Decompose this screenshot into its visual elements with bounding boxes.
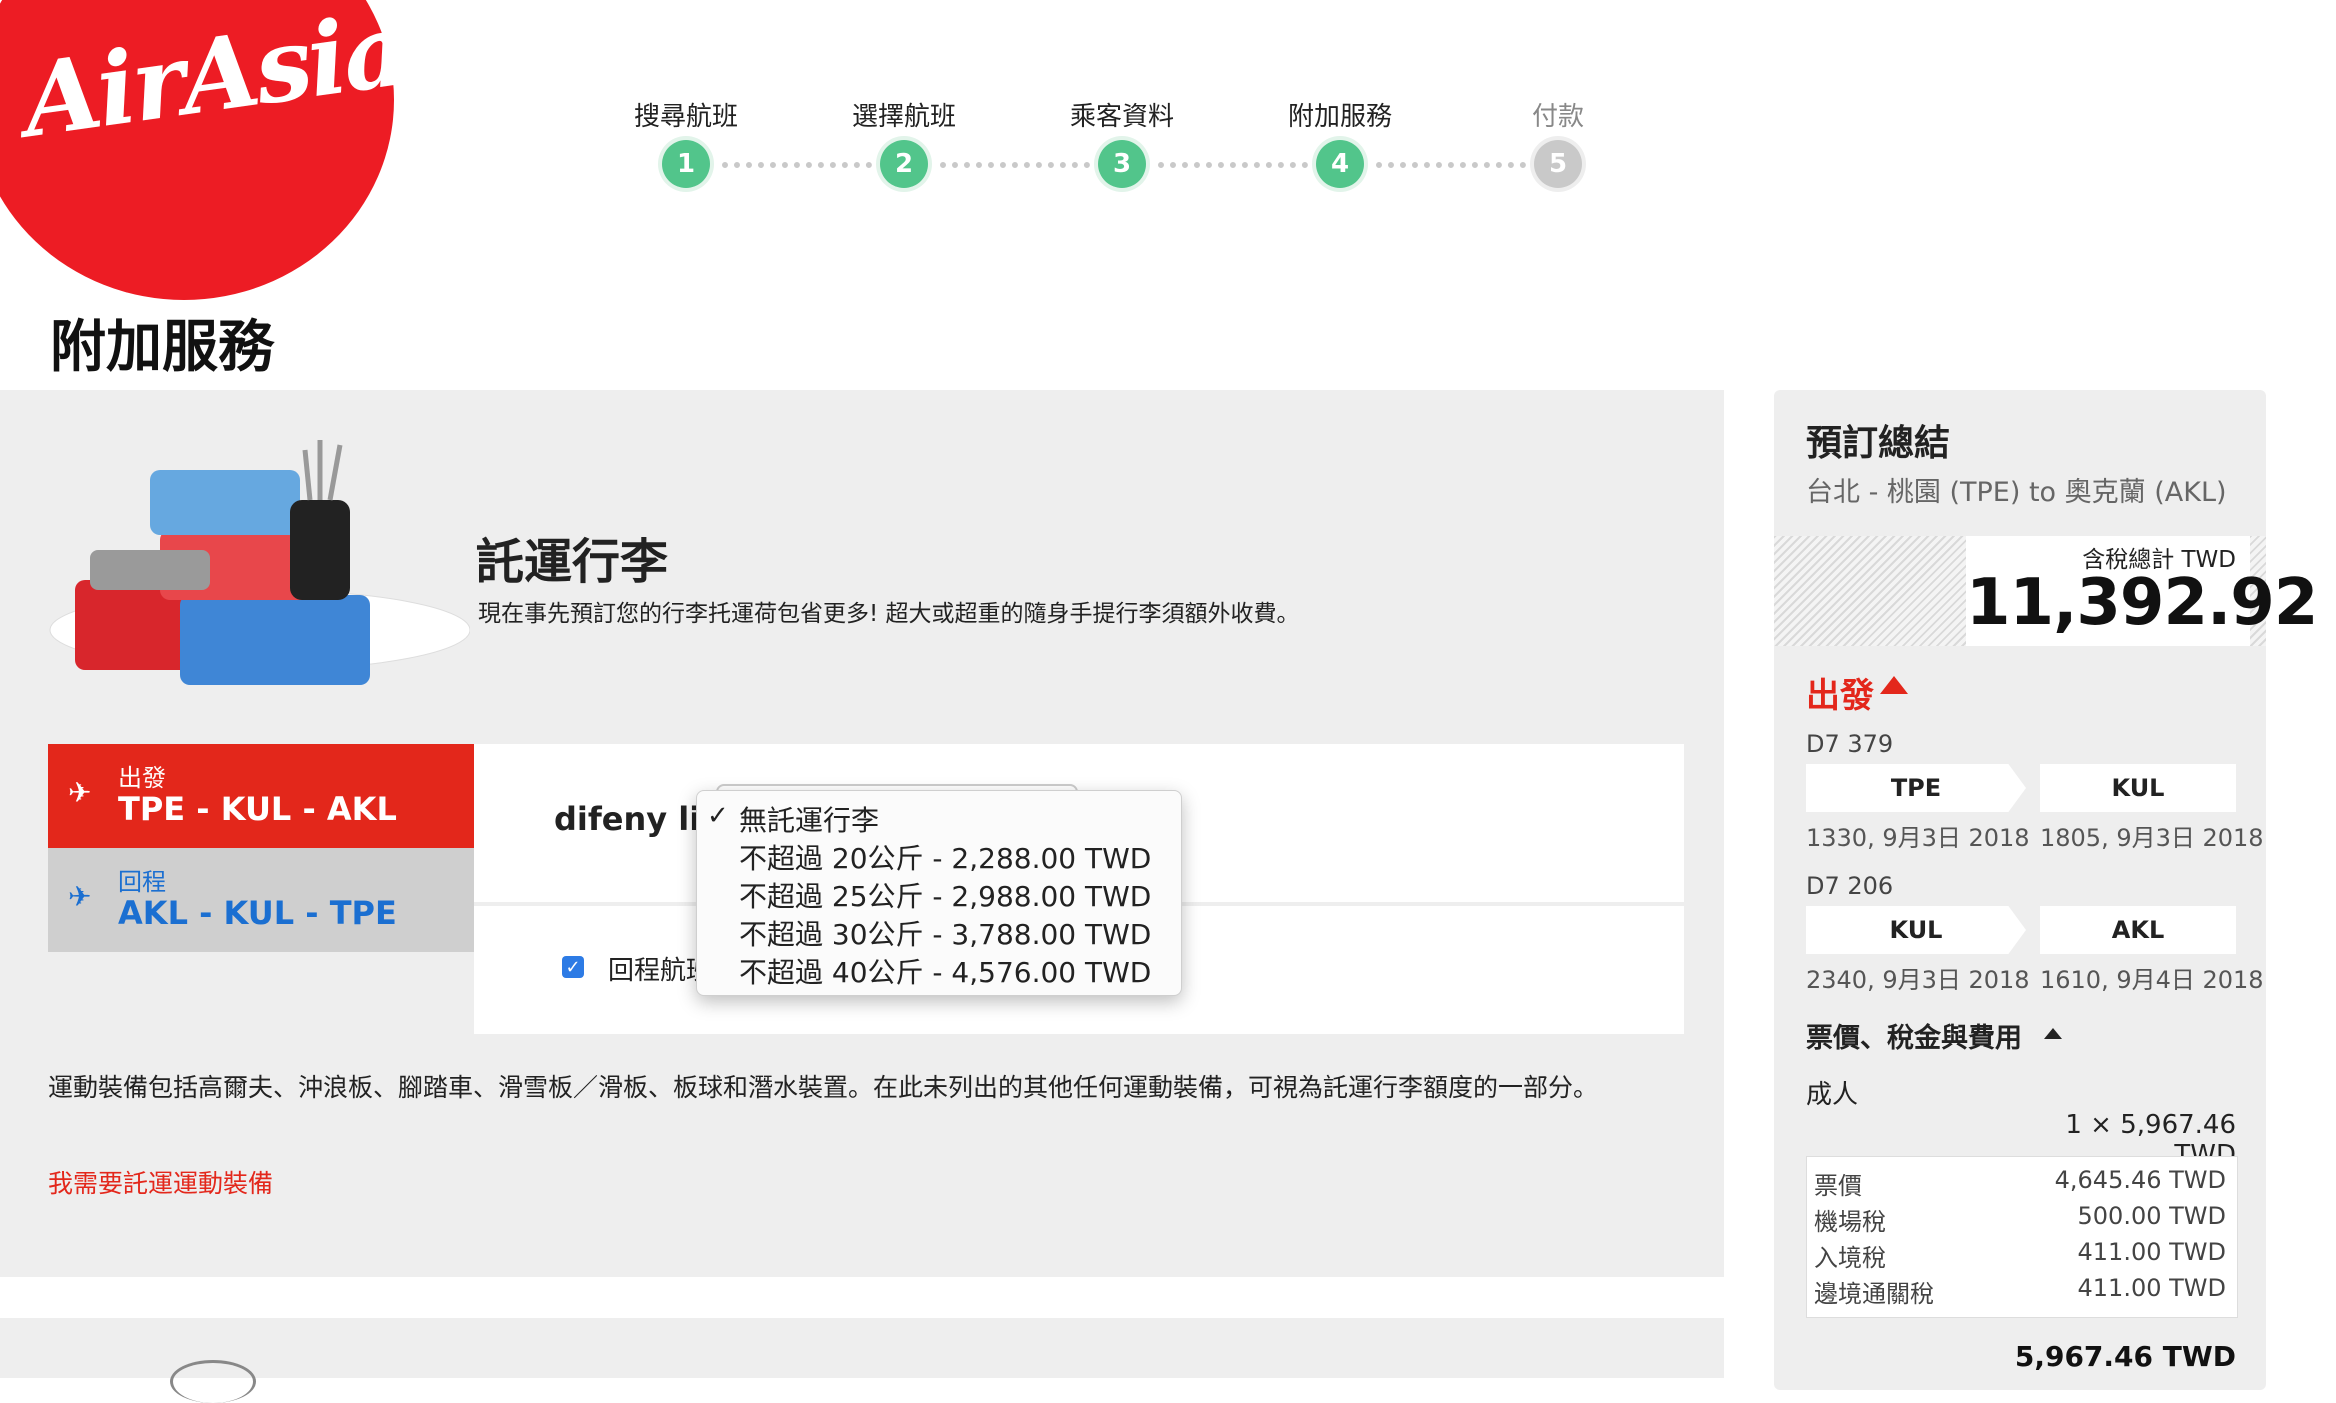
next-panel	[0, 1318, 1724, 1378]
fees-heading[interactable]: 票價、稅金與費用	[1806, 1016, 2022, 1055]
dropdown-option[interactable]: 不超過 30公斤 - 3,788.00 TWD	[739, 913, 1151, 953]
airasia-logo[interactable]: AirAsia	[0, 0, 412, 300]
flight-origin: KUL	[1806, 906, 2026, 954]
step-connector	[722, 162, 872, 172]
fee-name: 邊境通關稅	[1814, 1280, 1934, 1308]
fee-name: 機場稅	[1814, 1208, 1886, 1236]
return-flight-checkbox[interactable]: ✓	[562, 956, 584, 978]
tab-departure-route: TPE - KUL - AKL	[118, 790, 397, 828]
step-label-addons: 附加服務	[1287, 102, 1392, 132]
adult-label: 成人	[1806, 1080, 1859, 1110]
baggage-description: 現在事先預訂您的行李托運荷包省更多! 超大或超重的隨身手提行李須額外收費。	[478, 601, 1300, 627]
step-circle-4: 4	[1316, 140, 1364, 188]
baggage-title: 託運行李	[476, 534, 669, 590]
fee-value: 411.00 TWD	[2077, 1238, 2226, 1266]
plane-arrive-icon: ✈	[68, 880, 92, 913]
total-value: 11,392.92	[1966, 566, 2318, 640]
step-circle-2[interactable]: 2	[880, 140, 928, 188]
step-label-payment: 付款	[1531, 102, 1584, 132]
fee-subtotal: 5,967.46 TWD	[2014, 1340, 2236, 1373]
step-circle-3[interactable]: 3	[1098, 140, 1146, 188]
logo-text: AirAsia	[15, 0, 413, 161]
fee-value: 4,645.46 TWD	[2054, 1166, 2226, 1194]
step-connector	[1158, 162, 1308, 172]
step-label-passenger: 乘客資料	[1069, 102, 1174, 132]
caret-up-icon[interactable]	[2044, 1028, 2062, 1039]
sport-equipment-link[interactable]: 我需要託運運動裝備	[48, 1164, 273, 1200]
flight-dep-time: 2340, 9月3日 2018	[1806, 966, 2030, 994]
step-label-select: 選擇航班	[851, 102, 956, 132]
fee-value: 411.00 TWD	[2077, 1274, 2226, 1302]
section-icon	[170, 1360, 256, 1403]
dropdown-option[interactable]: 不超過 25公斤 - 2,988.00 TWD	[739, 875, 1151, 915]
step-connector	[1376, 162, 1526, 172]
flight-dep-time: 1330, 9月3日 2018	[1806, 824, 2030, 852]
flight-arr-time: 1805, 9月3日 2018	[2040, 824, 2264, 852]
page-title: 附加服務	[50, 315, 274, 380]
tab-departure[interactable]: ✈ 出發 TPE - KUL - AKL	[48, 744, 478, 848]
flight-number: D7 206	[1806, 872, 1894, 900]
dropdown-option[interactable]: 無託運行李	[739, 799, 879, 839]
summary-title: 預訂總結	[1806, 423, 1951, 464]
sport-equipment-note: 運動裝備包括高爾夫、沖浪板、腳踏車、滑雪板／滑板、板球和潛水裝置。在此未列出的其…	[48, 1073, 1599, 1102]
tab-departure-label: 出發	[118, 764, 166, 792]
checkmark-icon: ✓	[707, 801, 729, 831]
departure-toggle[interactable]: 出發	[1806, 668, 1874, 717]
step-circle-5: 5	[1534, 140, 1582, 188]
flight-destination: KUL	[2040, 764, 2236, 812]
fee-value: 500.00 TWD	[2077, 1202, 2226, 1230]
step-connector	[940, 162, 1090, 172]
step-circle-1[interactable]: 1	[662, 140, 710, 188]
summary-route: 台北 - 桃園 (TPE) to 奧克蘭 (AKL)	[1806, 477, 2227, 508]
tab-return-route: AKL - KUL - TPE	[118, 894, 397, 932]
luggage-illustration	[49, 440, 470, 685]
tab-return-label: 回程	[118, 868, 166, 896]
tab-return[interactable]: ✈ 回程 AKL - KUL - TPE	[48, 848, 474, 952]
plane-depart-icon: ✈	[68, 776, 92, 809]
fee-name: 入境稅	[1814, 1244, 1886, 1272]
flight-number: D7 379	[1806, 730, 1894, 758]
flight-destination: AKL	[2040, 906, 2236, 954]
caret-up-icon[interactable]	[1880, 676, 1908, 694]
flight-arr-time: 1610, 9月4日 2018	[2040, 966, 2264, 994]
baggage-dropdown-menu: ✓ 無託運行李 不超過 20公斤 - 2,288.00 TWD 不超過 25公斤…	[696, 790, 1182, 996]
fee-name: 票價	[1814, 1172, 1862, 1200]
dropdown-option[interactable]: 不超過 40公斤 - 4,576.00 TWD	[739, 951, 1151, 991]
step-label-search: 搜尋航班	[633, 102, 738, 132]
flight-origin: TPE	[1806, 764, 2026, 812]
dropdown-option[interactable]: 不超過 20公斤 - 2,288.00 TWD	[739, 837, 1151, 877]
